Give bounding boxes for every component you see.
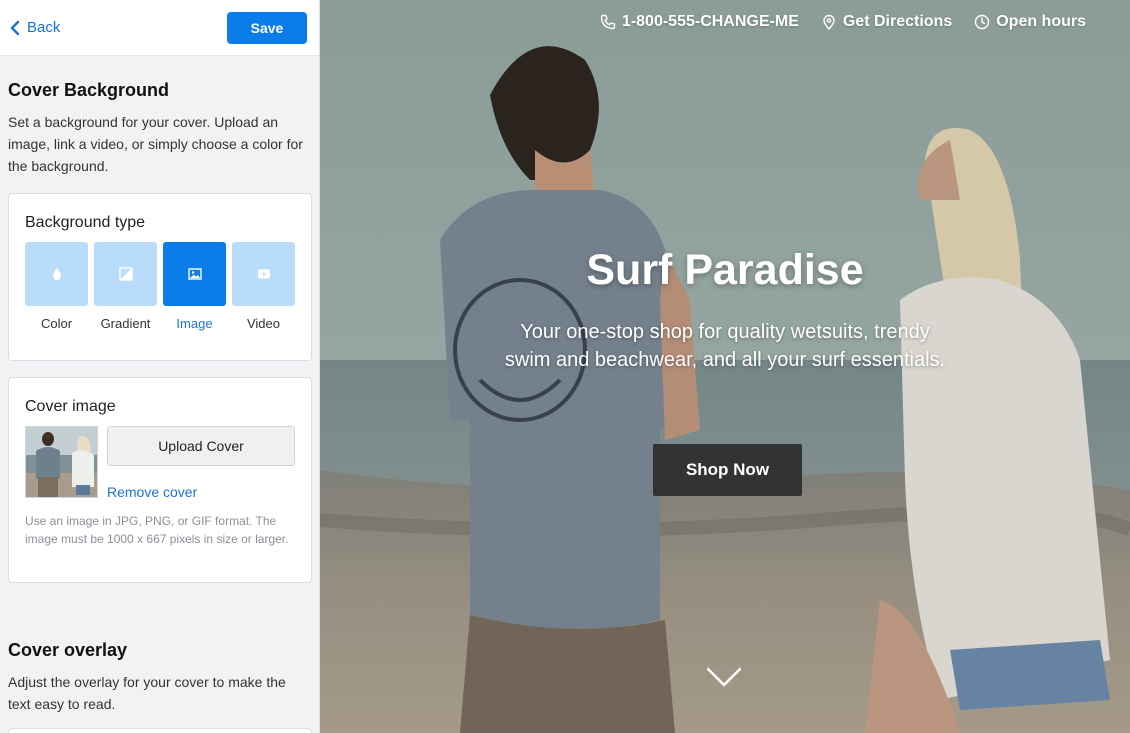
nav-phone[interactable]: 1-800-555-CHANGE-ME: [600, 13, 799, 31]
nav-directions[interactable]: Get Directions: [821, 13, 952, 31]
cover-background-description: Set a background for your cover. Upload …: [8, 114, 303, 174]
background-type-image[interactable]: Image: [163, 242, 226, 331]
droplet-icon: [52, 268, 61, 280]
upload-cover-button[interactable]: Upload Cover: [107, 426, 295, 466]
back-button[interactable]: Back: [10, 19, 60, 36]
save-button[interactable]: Save: [227, 11, 307, 44]
cover-image-title: Cover image: [25, 398, 116, 415]
background-type-label: Gradient: [100, 316, 151, 331]
cover-background-title: Cover Background: [8, 80, 170, 100]
background-type-title: Background type: [25, 214, 146, 231]
background-type-video[interactable]: Video: [232, 242, 295, 331]
chevron-left-icon: [10, 20, 20, 35]
shop-now-button[interactable]: Shop Now: [653, 444, 802, 496]
background-type-color[interactable]: Color: [25, 242, 88, 331]
cover-thumbnail: [25, 426, 98, 498]
nav-label: 1-800-555-CHANGE-ME: [621, 13, 799, 30]
cover-overlay-description: Adjust the overlay for your cover to mak…: [8, 674, 286, 712]
cover-image-hint: Use an image in JPG, PNG, or GIF format.…: [25, 514, 289, 546]
clock-icon: [975, 14, 990, 30]
preview-top-nav: 1-800-555-CHANGE-ME Get Directions Open …: [600, 13, 1086, 31]
background-type-label: Color: [40, 316, 73, 331]
remove-cover-link[interactable]: Remove cover: [107, 484, 197, 500]
map-pin-icon: [823, 14, 835, 30]
background-type-card: Background type Color Gradient Image Vid…: [8, 193, 312, 361]
cover-image-card: Cover image Upload Cover Remove cover Us…: [8, 377, 312, 583]
image-icon: [187, 268, 202, 280]
editor-sidebar: Back Save Cover Background Set a backgro…: [0, 0, 320, 733]
cover-overlay-card: [8, 728, 312, 733]
hero-title[interactable]: Surf Paradise: [320, 246, 1130, 295]
background-type-options: Color Gradient Image Video: [25, 242, 295, 331]
hero-subtitle[interactable]: Your one-stop shop for quality wetsuits,…: [500, 318, 950, 374]
chevron-down-icon[interactable]: [706, 666, 742, 688]
back-label: Back: [27, 19, 61, 36]
background-type-label: Image: [176, 316, 213, 331]
gradient-icon: [118, 267, 133, 281]
background-type-label: Video: [246, 316, 280, 331]
background-type-gradient[interactable]: Gradient: [94, 242, 157, 331]
cover-overlay-title: Cover overlay: [8, 640, 128, 660]
sidebar-topbar: Back Save: [0, 0, 319, 56]
video-icon: [257, 269, 270, 279]
nav-open-hours[interactable]: Open hours: [974, 13, 1086, 31]
nav-label: Open hours: [996, 13, 1086, 30]
phone-icon: [600, 14, 616, 30]
nav-label: Get Directions: [842, 13, 953, 30]
cover-preview: 1-800-555-CHANGE-ME Get Directions Open …: [320, 0, 1130, 733]
